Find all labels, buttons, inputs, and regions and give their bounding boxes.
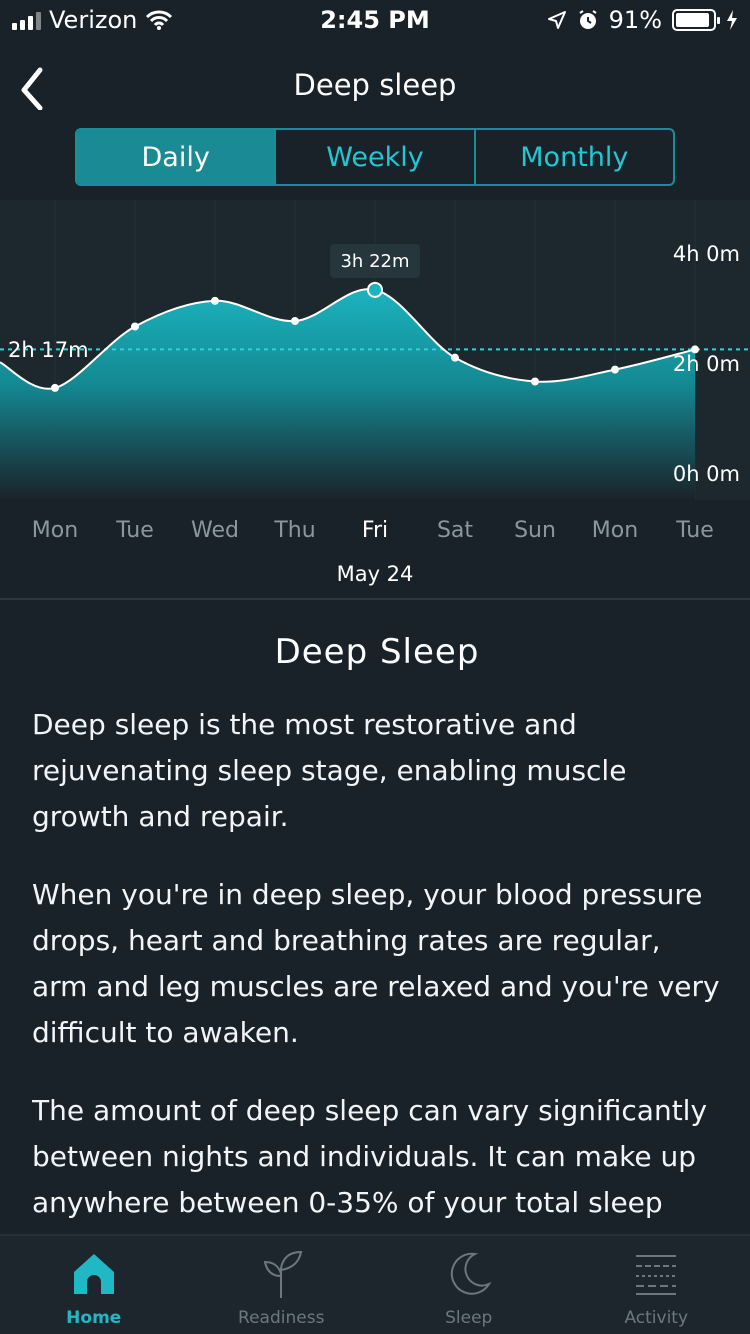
deep-sleep-chart: 3h 22m 2h 17m 4h 0m 2h 0m 0h 0m Mon Tue We… <box>0 200 750 600</box>
tab-label: Sleep <box>445 1308 493 1328</box>
selected-point[interactable] <box>367 281 383 298</box>
x-tick-label[interactable]: Sat <box>415 518 495 543</box>
tab-label: Activity <box>624 1308 689 1328</box>
charging-icon <box>727 10 737 30</box>
battery-icon <box>672 9 720 31</box>
tab-weekly[interactable]: Weekly <box>276 130 476 184</box>
info-article: Deep Sleep Deep sleep is the most restor… <box>32 632 722 1234</box>
data-point[interactable] <box>211 296 219 305</box>
home-icon <box>68 1248 120 1300</box>
y-tick-label: 2h 0m <box>672 352 740 376</box>
tab-bar: Home Readiness Sleep Activity <box>0 1234 750 1334</box>
average-label: 2h 17m <box>8 338 89 362</box>
x-tick-label[interactable]: Mon <box>575 518 655 543</box>
tab-daily[interactable]: Daily <box>77 130 277 184</box>
selected-date: May 24 <box>336 562 414 586</box>
tab-label: Readiness <box>238 1308 325 1328</box>
x-tick-label[interactable]: Tue <box>95 518 175 543</box>
period-selector: Daily Weekly Monthly <box>75 128 675 186</box>
section-title: Deep Sleep <box>274 632 480 672</box>
x-tick-label[interactable]: Tue <box>655 518 735 543</box>
x-tick-label[interactable]: Thu <box>255 518 335 543</box>
data-point[interactable] <box>131 322 139 331</box>
x-tick-label[interactable]: Sun <box>495 518 575 543</box>
alarm-icon <box>579 10 597 29</box>
paragraph: Deep sleep is the most restorative and r… <box>32 708 627 833</box>
status-bar: Verizon 2:45 PM 91% <box>0 0 750 40</box>
paragraph: The amount of deep sleep can vary signif… <box>32 1094 708 1219</box>
paragraph: When you're in deep sleep, your blood pr… <box>32 878 720 1049</box>
tab-monthly[interactable]: Monthly <box>476 130 673 184</box>
location-icon <box>547 11 566 29</box>
selected-value-tooltip: 3h 22m <box>330 244 420 278</box>
sprout-icon <box>255 1248 307 1300</box>
tab-activity[interactable]: Activity <box>563 1236 750 1334</box>
tab-label: Home <box>66 1308 122 1328</box>
data-point[interactable] <box>451 353 459 362</box>
page-title: Deep sleep <box>293 68 457 102</box>
y-tick-label: 0h 0m <box>672 462 740 486</box>
data-point[interactable] <box>291 317 299 325</box>
x-tick-label[interactable]: Mon <box>15 518 95 543</box>
x-tick-label[interactable]: Wed <box>175 518 255 543</box>
data-point[interactable] <box>51 383 59 392</box>
x-tick-label[interactable]: Fri <box>335 518 415 543</box>
y-tick-label: 4h 0m <box>672 242 740 266</box>
activity-icon <box>630 1248 682 1300</box>
tab-sleep[interactable]: Sleep <box>375 1236 563 1334</box>
tab-readiness[interactable]: Readiness <box>188 1236 376 1334</box>
tab-home[interactable]: Home <box>0 1236 188 1334</box>
data-point[interactable] <box>531 377 539 386</box>
battery-percent: 91% <box>608 6 662 34</box>
data-point[interactable] <box>611 365 619 374</box>
divider <box>0 598 750 600</box>
header: Deep sleep <box>0 56 750 116</box>
moon-icon <box>443 1248 495 1300</box>
